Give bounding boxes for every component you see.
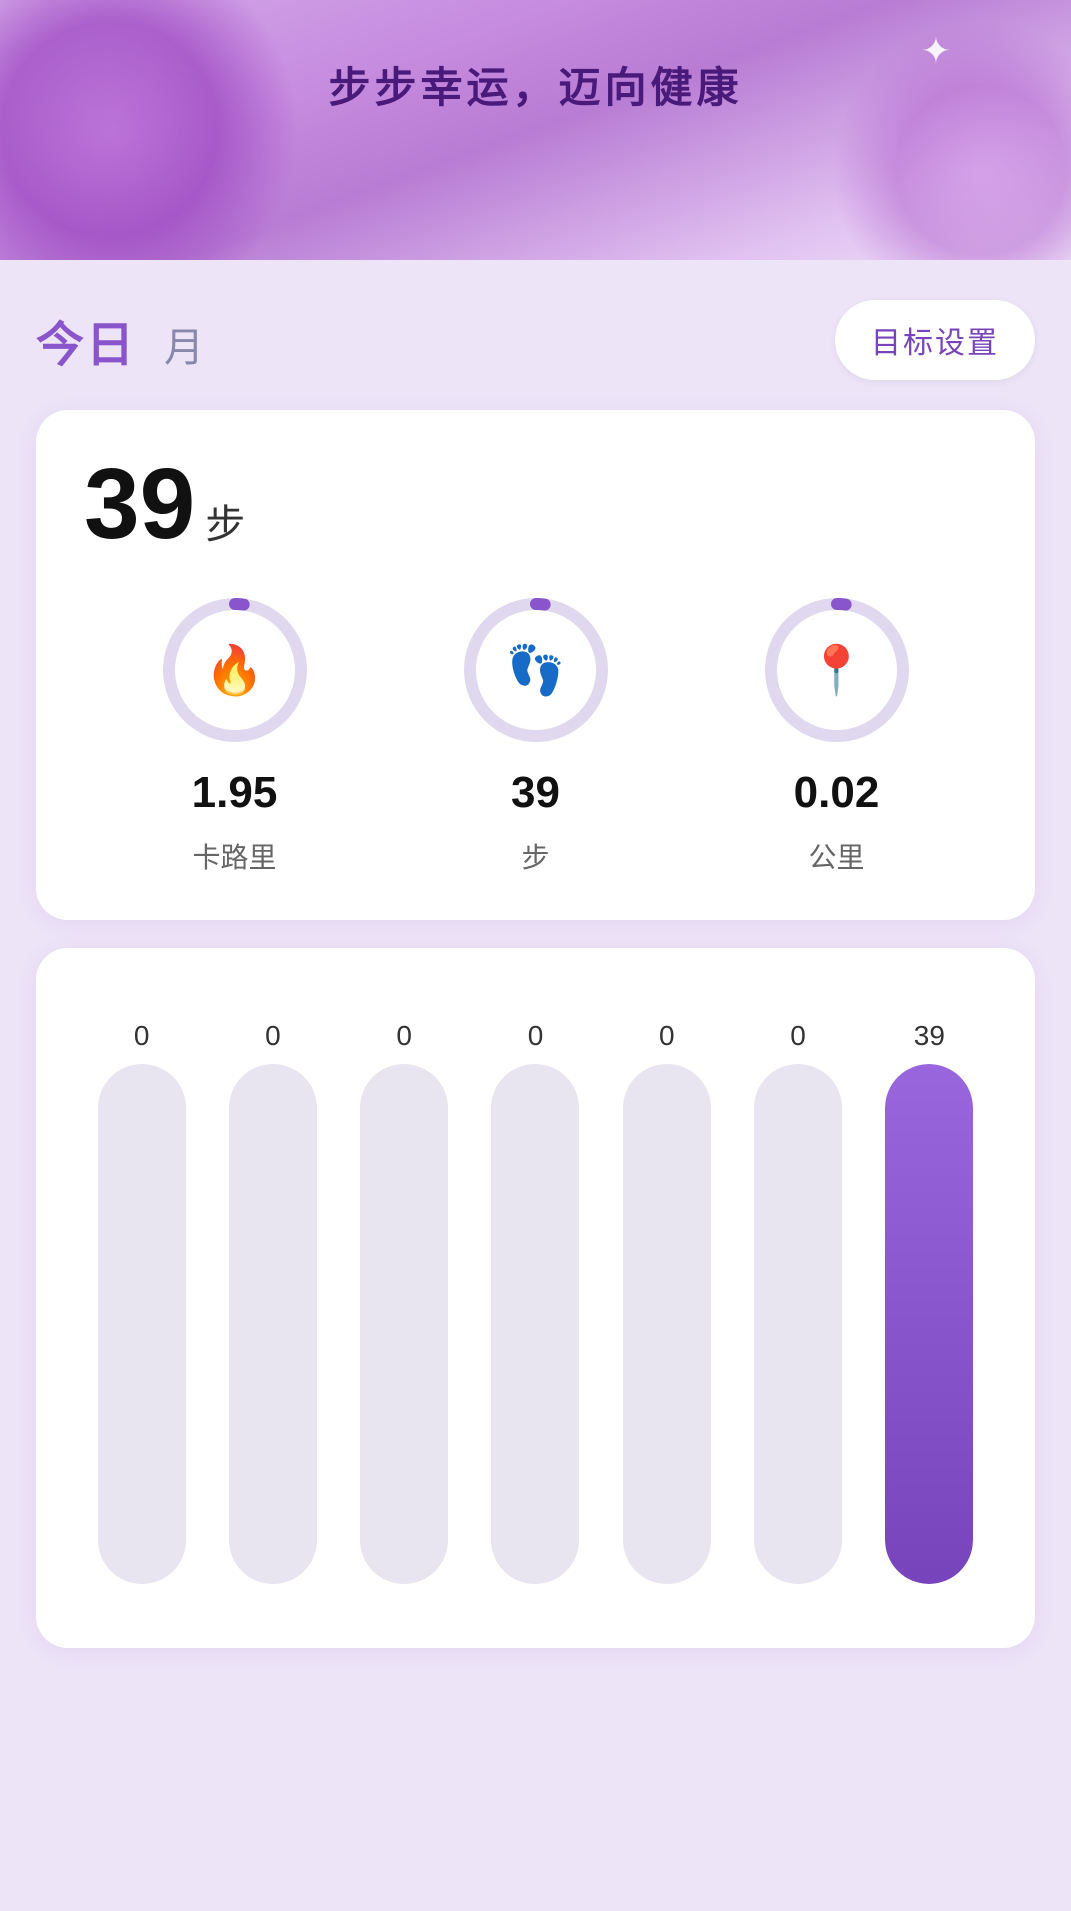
steps-number: 39 — [84, 454, 195, 554]
distance-ring: 📍 — [757, 590, 917, 750]
bar-col-2: 0 — [360, 984, 448, 1584]
bar-fill-6 — [885, 1064, 973, 1584]
tab-group: 今日 月 — [36, 305, 206, 375]
calories-label: 卡路里 — [192, 836, 276, 876]
chart-card: 0 0 0 0 0 0 39 — [36, 948, 1035, 1648]
bar-count-3: 0 — [528, 1020, 544, 1052]
steps-ring: 👣 — [456, 590, 616, 750]
calories-ring: 🔥 — [155, 590, 315, 750]
steps-unit: 步 — [205, 492, 245, 550]
ring-item-calories: 🔥 1.95 卡路里 — [155, 590, 315, 876]
main-content: 今日 月 目标设置 39 步 🔥 1.95 卡路里 — [0, 260, 1071, 1911]
bar-count-0: 0 — [134, 1020, 150, 1052]
steps-value: 39 — [511, 768, 560, 818]
bar-track-5 — [754, 1064, 842, 1584]
bar-track-0 — [98, 1064, 186, 1584]
distance-label: 公里 — [808, 836, 864, 876]
bar-count-4: 0 — [659, 1020, 675, 1052]
goal-settings-button[interactable]: 目标设置 — [835, 300, 1035, 380]
ring-item-distance: 📍 0.02 公里 — [757, 590, 917, 876]
bar-chart: 0 0 0 0 0 0 39 — [76, 984, 995, 1584]
distance-value: 0.02 — [794, 768, 880, 818]
bar-track-4 — [623, 1064, 711, 1584]
bar-col-3: 0 — [491, 984, 579, 1584]
bar-count-1: 0 — [265, 1020, 281, 1052]
bar-col-4: 0 — [623, 984, 711, 1584]
calories-value: 1.95 — [192, 768, 278, 818]
bar-col-0: 0 — [98, 984, 186, 1584]
location-icon: 📍 — [807, 642, 867, 699]
bar-track-3 — [491, 1064, 579, 1584]
bar-track-2 — [360, 1064, 448, 1584]
ring-row: 🔥 1.95 卡路里 👣 39 步 — [84, 590, 987, 876]
sparkle-icon: ✦ — [921, 30, 951, 72]
hero-section: ✦ 步步幸运，迈向健康 — [0, 0, 1071, 260]
stats-card: 39 步 🔥 1.95 卡路里 — [36, 410, 1035, 920]
fire-icon: 🔥 — [205, 642, 265, 699]
steps-label: 步 — [521, 836, 549, 876]
bar-col-1: 0 — [229, 984, 317, 1584]
ring-item-steps: 👣 39 步 — [456, 590, 616, 876]
bar-count-2: 0 — [396, 1020, 412, 1052]
tab-month[interactable]: 月 — [164, 315, 206, 373]
tab-today[interactable]: 今日 — [36, 305, 136, 375]
bar-track-6 — [885, 1064, 973, 1584]
bar-track-1 — [229, 1064, 317, 1584]
bar-count-5: 0 — [790, 1020, 806, 1052]
steps-headline: 39 步 — [84, 454, 987, 554]
hero-title: 步步幸运，迈向健康 — [328, 54, 742, 115]
tab-row: 今日 月 目标设置 — [36, 300, 1035, 380]
bar-col-5: 0 — [754, 984, 842, 1584]
bar-col-6: 39 — [885, 984, 973, 1584]
bar-count-6: 39 — [914, 1020, 945, 1052]
footprint-icon: 👣 — [506, 642, 566, 699]
